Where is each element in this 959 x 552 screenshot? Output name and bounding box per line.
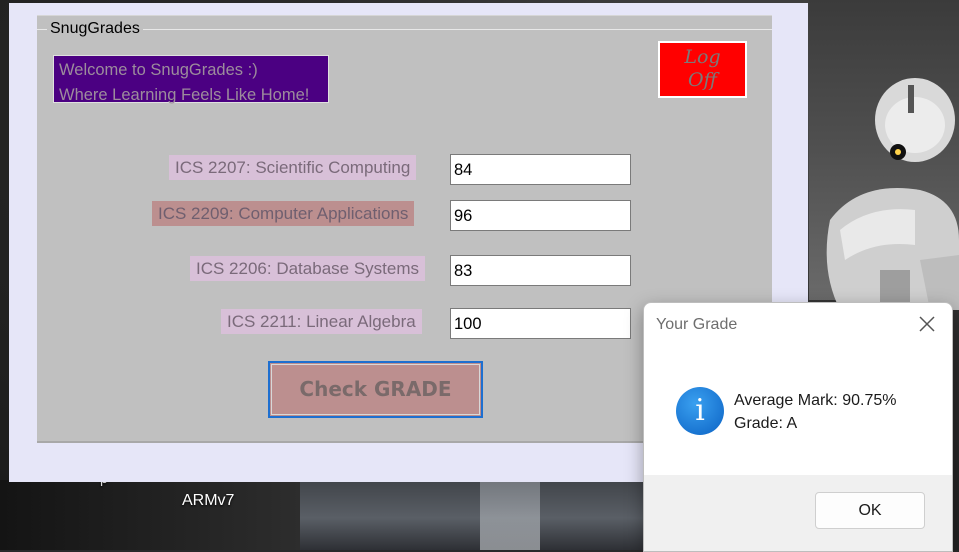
dialog-footer: OK <box>644 475 952 551</box>
dialog-body: i Average Mark: 90.75% Grade: A <box>644 347 952 475</box>
robot-wallpaper-figure <box>826 78 959 310</box>
course-label-ics2211: ICS 2211: Linear Algebra <box>221 309 422 334</box>
welcome-line-1: Welcome to SnugGrades :) <box>59 61 258 79</box>
groupbox-border-line <box>37 29 772 30</box>
course-label-ics2206: ICS 2206: Database Systems <box>190 256 426 281</box>
mark-input-ics2209[interactable]: 96 <box>450 200 631 231</box>
logoff-line-2: Off <box>687 69 718 91</box>
check-grade-button[interactable]: Check GRADE <box>268 361 483 418</box>
dialog-title: Your Grade <box>656 316 738 333</box>
grade-text: Grade: A <box>734 415 798 432</box>
desktop-icon-label-armv7[interactable]: ARMv7 <box>182 492 234 510</box>
course-label-ics2209: ICS 2209: Computer Applications <box>152 201 415 226</box>
welcome-line-2: Where Learning Feels Like Home! <box>59 86 310 104</box>
logoff-line-1: Log <box>684 46 721 68</box>
desktop-wallpaper-shadow <box>0 480 300 550</box>
course-label-ics2207: ICS 2207: Scientific Computing <box>169 155 417 180</box>
mark-input-ics2211[interactable]: 100 <box>450 308 631 339</box>
info-icon: i <box>676 387 724 435</box>
mark-input-ics2206[interactable]: 83 <box>450 255 631 286</box>
welcome-banner: Welcome to SnugGrades :) Where Learning … <box>53 55 329 104</box>
dialog-message: Average Mark: 90.75% Grade: A <box>734 389 896 435</box>
ok-button[interactable]: OK <box>815 492 925 529</box>
mark-input-ics2207[interactable]: 84 <box>450 154 631 185</box>
logoff-button[interactable]: Log Off <box>658 41 747 98</box>
close-icon[interactable] <box>914 311 940 337</box>
groupbox-title: SnugGrades <box>47 20 143 38</box>
average-mark-text: Average Mark: 90.75% <box>734 392 897 409</box>
grade-dialog: Your Grade i Average Mark: 90.75% Grade:… <box>643 302 953 552</box>
